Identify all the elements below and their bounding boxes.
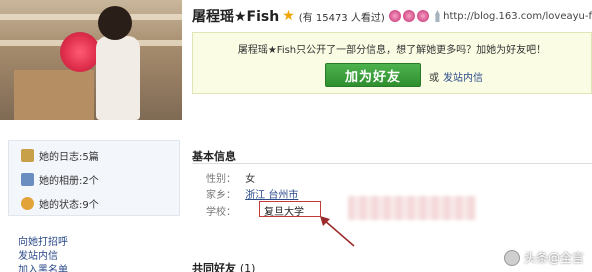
profile-header: 屠程瑶★Fish ★ (有 15473 人看过) http://blog.163… [192,6,592,26]
visit-count: (有 15473 人看过) [298,12,385,24]
mutual-friends-title: 共同好友 (1) [192,260,255,272]
school-value: 复旦大学 [264,207,304,218]
hometown-link[interactable]: 浙江 台州市 [245,190,298,201]
info-row-school: 学校： [206,203,242,218]
badge-icon [402,10,415,22]
sidebar-item-count: :9个 [79,199,99,211]
info-row-gender: 性别： 女 [206,170,255,185]
profile-photo[interactable] [0,0,182,120]
sidebar-item-count: :5篇 [79,151,99,163]
blog-icon [21,148,34,162]
basic-info-title: 基本信息 [192,150,236,163]
annotation-arrow-icon [320,216,355,247]
sidebar-item-blog[interactable]: 她的日志 :5篇 [9,145,179,165]
home-icon[interactable] [434,10,441,22]
redacted-area [348,196,476,220]
info-value: 女 [245,174,256,185]
sidebar-item-label: 她的日志 [39,151,79,163]
sidebar-item-count: :2个 [79,175,99,187]
add-friend-button[interactable]: 加为好友 [325,63,421,87]
sidebar-item-label: 她的相册 [39,175,79,187]
greet-link[interactable]: 向她打招呼 [18,236,68,250]
notice-message: 屠程瑶★Fish只公开了一部分信息，想了解她更多吗？加她为好友吧！ [237,45,547,56]
send-message-link[interactable]: 发站内信 [443,69,483,84]
info-row-hometown: 家乡： 浙江 台州市 [206,186,298,201]
or-text: 或 [429,73,439,84]
info-key: 学校： [206,207,236,218]
info-key: 性别： [206,174,236,185]
mutual-friends-label: 共同好友 [192,262,236,272]
status-icon [21,196,34,210]
badge-icon [416,10,429,22]
send-message-link[interactable]: 发站内信 [18,250,68,264]
sidebar-item-status[interactable]: 她的状态 :9个 [9,193,179,213]
info-key: 家乡： [206,190,236,201]
divider [192,163,592,164]
mutual-friends-count: (1) [239,262,256,272]
sidebar-item-label: 她的状态 [39,199,79,211]
star-icon: ★ [282,8,295,24]
blog-url-link[interactable]: http://blog.163.com/loveayu-f [443,11,592,22]
sidebar-item-album[interactable]: 她的相册 :2个 [9,169,179,189]
sidebar-links: 向她打招呼 发站内信 加入黑名单 [18,236,68,272]
album-icon [21,172,34,186]
profile-name: 屠程瑶★Fish [192,9,280,25]
sidebar-menu: 她的日志 :5篇 她的相册 :2个 她的状态 :9个 [8,140,180,216]
watermark-logo-icon [503,249,520,266]
watermark: 头条@全言 [503,249,584,266]
blacklist-link[interactable]: 加入黑名单 [18,264,68,272]
badge-group [388,10,431,22]
badge-icon [388,10,401,22]
watermark-text: 头条@全言 [523,251,584,265]
privacy-notice: 屠程瑶★Fish只公开了一部分信息，想了解她更多吗？加她为好友吧！ 加为好友 或… [192,32,592,94]
